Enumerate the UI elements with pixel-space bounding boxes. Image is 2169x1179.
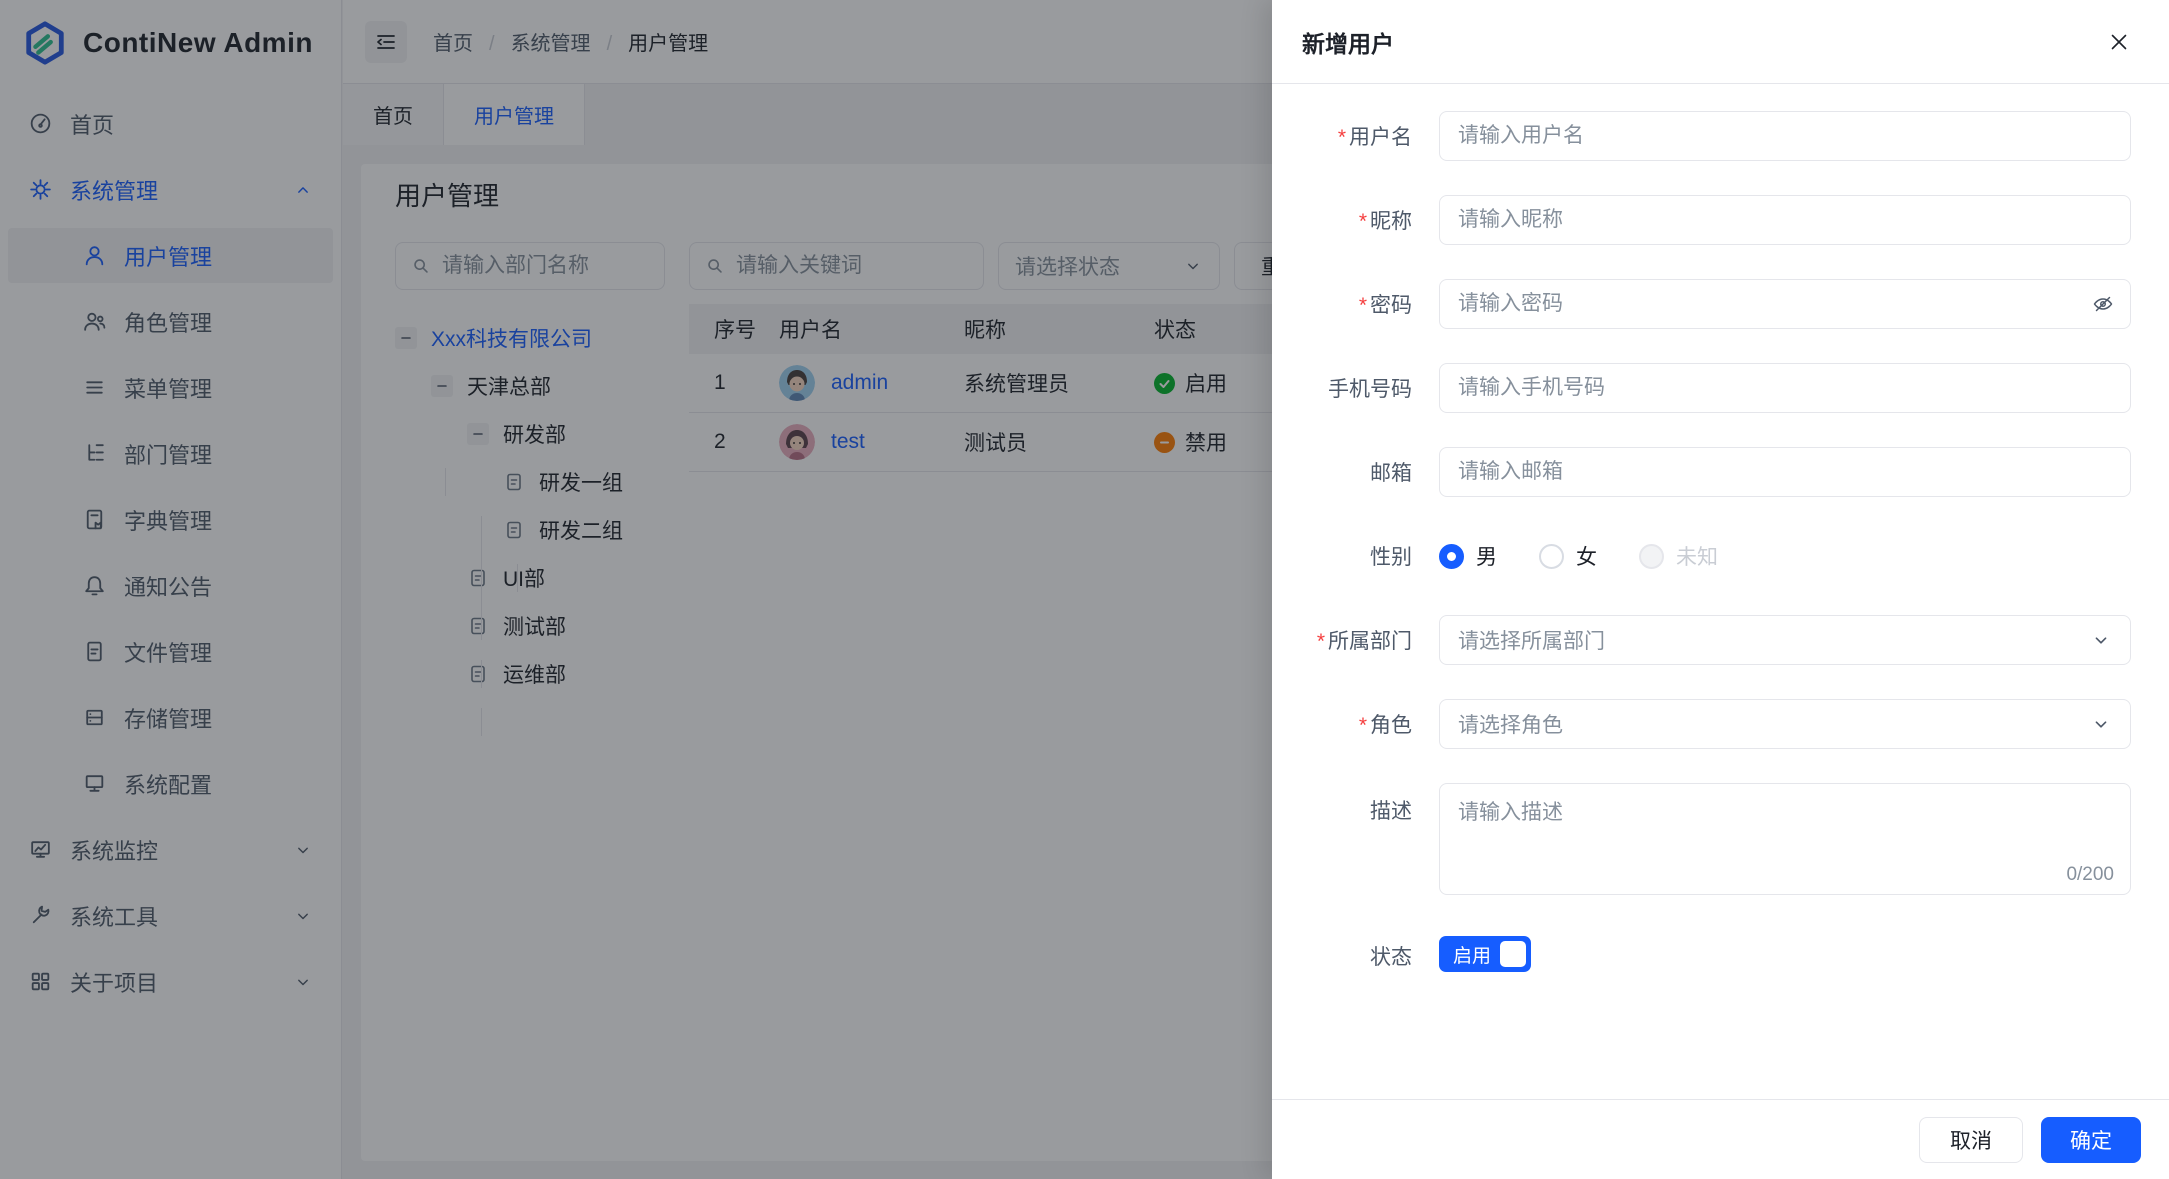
phone-field[interactable] xyxy=(1439,363,2131,413)
form-row-password: * 密码 xyxy=(1272,279,2169,329)
description-textarea[interactable] xyxy=(1440,784,2130,862)
required-asterisk: * xyxy=(1337,126,1346,149)
drawer-form: *用户名 *昵称 *密码 手机号码 邮箱 xyxy=(1272,85,2169,1098)
form-row-phone: 手机号码 xyxy=(1272,363,2169,413)
close-drawer-button[interactable] xyxy=(2099,22,2139,62)
password-field[interactable] xyxy=(1439,279,2131,329)
required-asterisk: * xyxy=(1358,714,1367,737)
required-asterisk: * xyxy=(1358,294,1367,317)
gender-radio-unknown: 未知 xyxy=(1639,541,1718,571)
form-row-gender: 性别 男 女 未知 xyxy=(1272,531,2169,581)
form-row-status: 状态 启用 xyxy=(1272,929,2169,972)
form-row-role: * 角色 请选择角色 xyxy=(1272,699,2169,749)
eye-invisible-icon[interactable] xyxy=(2091,292,2115,316)
add-user-drawer: 新增用户 *用户名 *昵称 *密码 手机号码 xyxy=(1272,0,2169,1179)
drawer-header: 新增用户 xyxy=(1272,0,2169,84)
form-row-description: 描述 0/200 xyxy=(1272,783,2169,895)
nickname-field[interactable] xyxy=(1439,195,2131,245)
department-select[interactable]: 请选择所属部门 xyxy=(1439,615,2131,665)
chevron-down-icon xyxy=(2095,637,2107,644)
form-row-department: * 所属部门 请选择所属部门 xyxy=(1272,615,2169,665)
radio-unchecked-icon xyxy=(1539,543,1564,569)
confirm-button[interactable]: 确定 xyxy=(2041,1116,2141,1163)
close-icon xyxy=(2111,34,2127,49)
radio-disabled-icon xyxy=(1639,543,1664,569)
chevron-down-icon xyxy=(2095,721,2107,728)
form-row-email: 邮箱 xyxy=(1272,447,2169,497)
drawer-title: 新增用户 xyxy=(1302,30,1394,57)
radio-checked-icon xyxy=(1439,543,1464,569)
status-switch[interactable]: 启用 xyxy=(1439,936,1531,972)
char-counter: 0/200 xyxy=(2066,864,2114,885)
app-window: ContiNew Admin 首页 系统管理 用户管理 角色管理 菜单管理 部门… xyxy=(0,0,2169,1179)
required-asterisk: * xyxy=(1316,630,1325,653)
username-field[interactable] xyxy=(1439,111,2131,161)
switch-knob xyxy=(1500,941,1526,967)
gender-radio-female[interactable]: 女 xyxy=(1539,541,1597,571)
form-row-username: * 用户名 xyxy=(1272,111,2169,161)
cancel-button[interactable]: 取消 xyxy=(1919,1116,2023,1163)
required-asterisk: * xyxy=(1358,210,1367,233)
gender-radio-male[interactable]: 男 xyxy=(1439,541,1497,571)
role-select[interactable]: 请选择角色 xyxy=(1439,699,2131,749)
form-row-nickname: * 昵称 xyxy=(1272,195,2169,245)
email-field[interactable] xyxy=(1439,447,2131,497)
drawer-footer: 取消 确定 xyxy=(1272,1099,2169,1179)
